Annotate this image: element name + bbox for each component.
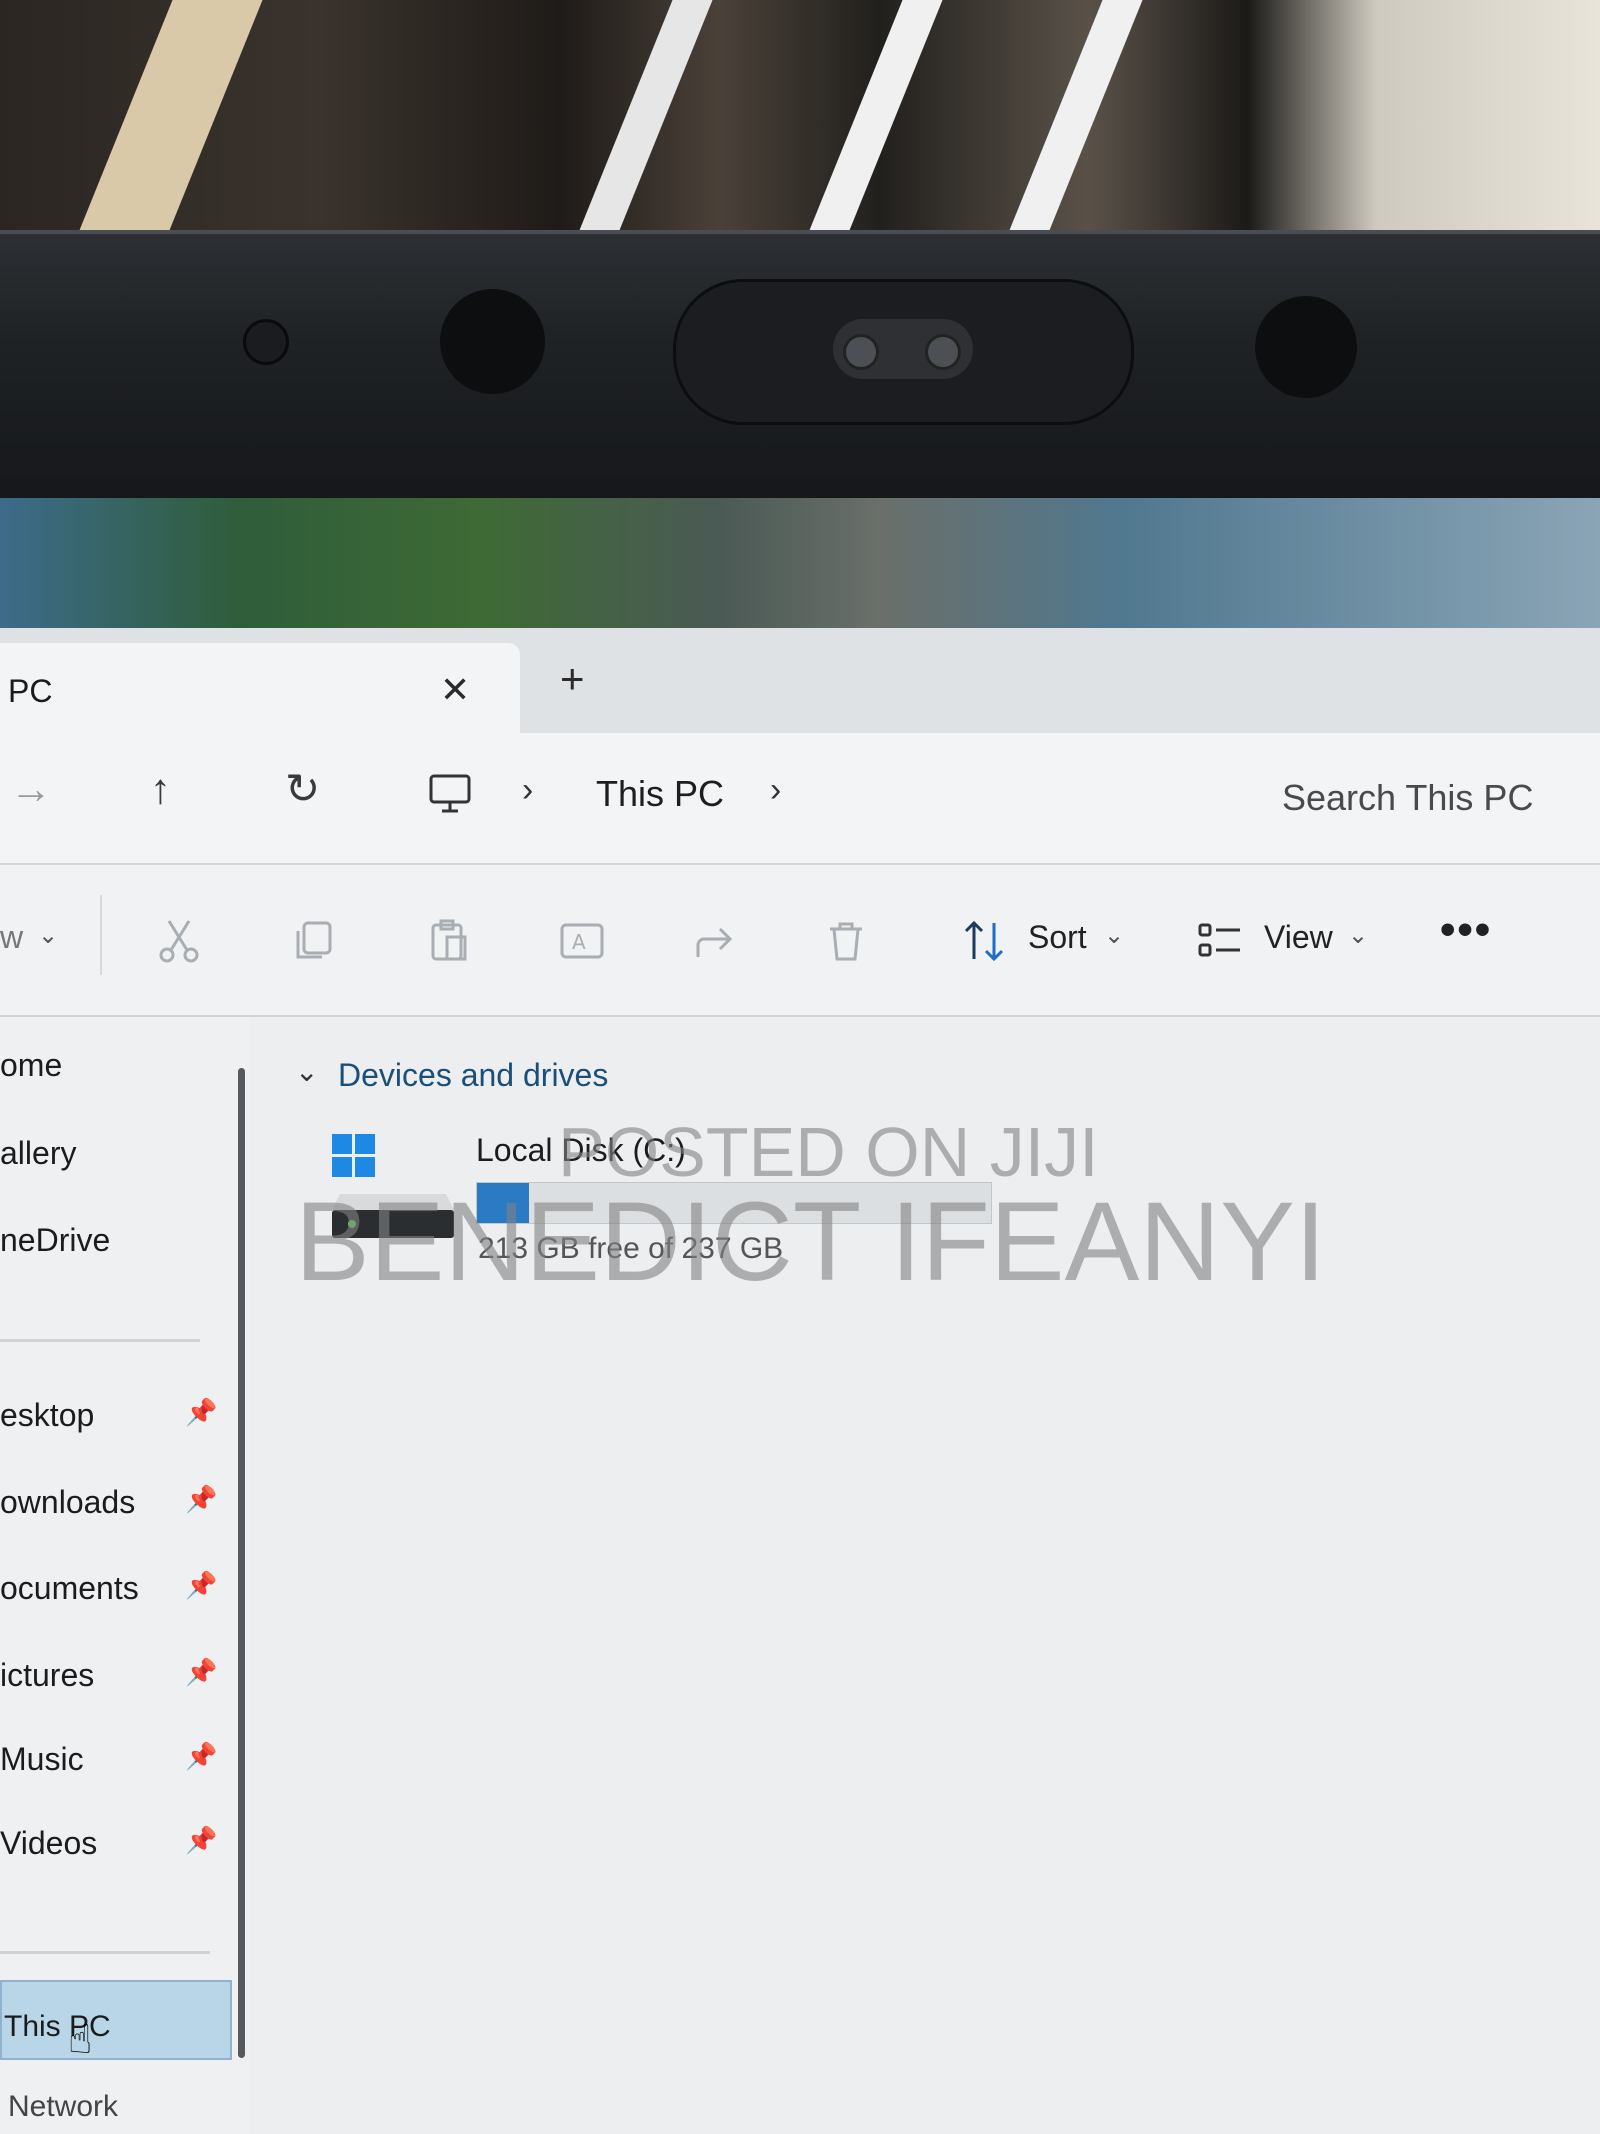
sidebar-item-this-pc-label: This PC — [4, 2010, 111, 2043]
sidebar-item-downloads[interactable]: ownloads — [0, 1484, 135, 1521]
drive-tile[interactable]: Local Disk (C:) 213 GB free of 237 GB — [330, 1112, 1010, 1265]
content-pane: ⌄ Devices and drives Local Disk (C:) 213… — [260, 1017, 1600, 2134]
breadcrumb-chevron-icon[interactable]: › — [522, 771, 533, 810]
window-blind-slat — [989, 0, 1151, 250]
computer-monitor-icon[interactable] — [428, 773, 472, 820]
sidebar-item-videos[interactable]: Videos — [0, 1825, 97, 1862]
tab-title: PC — [8, 673, 53, 709]
laptop-bezel — [0, 230, 1600, 504]
pin-icon[interactable]: 📌 — [185, 1484, 217, 1515]
sidebar-item-desktop[interactable]: esktop — [0, 1397, 94, 1434]
sort-button[interactable]: Sort — [1028, 919, 1087, 956]
close-tab-icon[interactable]: ✕ — [440, 669, 470, 711]
toolbar-divider — [100, 895, 102, 975]
new-tab-icon[interactable]: + — [560, 658, 585, 700]
breadcrumb-this-pc[interactable]: This PC — [596, 773, 724, 815]
share-icon[interactable] — [692, 917, 740, 965]
svg-text:A: A — [572, 930, 586, 954]
cut-icon[interactable] — [155, 917, 203, 965]
up-arrow-icon[interactable]: ↑ — [150, 768, 171, 810]
sidebar-divider — [0, 1339, 200, 1342]
window-blind-slat — [59, 0, 271, 250]
copy-icon[interactable] — [290, 917, 338, 965]
drive-name: Local Disk (C:) — [476, 1132, 686, 1168]
pin-icon[interactable]: 📌 — [185, 1825, 217, 1856]
navigation-pane: ome allery neDrive esktop 📌 ownloads 📌 o… — [0, 1017, 250, 2134]
hard-drive-icon — [332, 1134, 454, 1238]
sidebar-divider — [0, 1951, 210, 1954]
sidebar-item-home[interactable]: ome — [0, 1047, 62, 1084]
group-header[interactable]: Devices and drives — [338, 1057, 608, 1094]
paste-icon[interactable] — [425, 917, 473, 965]
more-options-icon[interactable]: ••• — [1440, 905, 1492, 955]
address-bar: → ↑ ↻ › This PC › Search This PC — [0, 733, 1600, 865]
tab-bar: PC ✕ + — [0, 628, 1600, 733]
command-bar: w ⌄ A Sort ⌄ View ⌄ ••• — [0, 865, 1600, 1017]
sidebar-item-onedrive[interactable]: neDrive — [0, 1222, 110, 1259]
pin-icon[interactable]: 📌 — [185, 1657, 217, 1688]
delete-icon[interactable] — [822, 917, 870, 965]
sidebar-item-music[interactable]: Music — [0, 1741, 84, 1778]
file-explorer-window: PC ✕ + → ↑ ↻ › This PC › Search This PC … — [0, 628, 1600, 2134]
chevron-down-icon: ⌄ — [1348, 922, 1369, 949]
drive-usage-bar — [476, 1182, 992, 1224]
sidebar-item-gallery[interactable]: allery — [0, 1135, 76, 1172]
desktop-wallpaper — [0, 498, 1600, 628]
refresh-icon[interactable]: ↻ — [285, 768, 320, 810]
view-icon[interactable] — [1196, 917, 1244, 965]
forward-arrow-icon[interactable]: → — [10, 768, 52, 810]
new-button[interactable]: w — [0, 919, 23, 956]
sidebar-scrollbar[interactable] — [238, 1068, 245, 2058]
webcam-icon — [833, 319, 973, 379]
pin-icon[interactable]: 📌 — [185, 1741, 217, 1772]
sort-icon[interactable] — [960, 917, 1008, 965]
window-blind-slat — [789, 0, 951, 250]
drive-usage-fill — [477, 1183, 529, 1223]
chevron-down-icon: ⌄ — [38, 922, 59, 949]
ir-sensor — [440, 289, 545, 394]
tab-this-pc[interactable]: PC ✕ — [0, 643, 520, 733]
search-input[interactable]: Search This PC — [1240, 753, 1600, 843]
sidebar-item-pictures[interactable]: ictures — [0, 1657, 94, 1694]
breadcrumb-chevron-icon[interactable]: › — [770, 771, 781, 810]
window-blind-slat — [559, 0, 721, 250]
rename-icon[interactable]: A — [558, 917, 606, 965]
chevron-down-icon[interactable]: ⌄ — [295, 1055, 318, 1088]
view-button[interactable]: View — [1264, 919, 1333, 956]
hand-cursor-icon: ☝ — [68, 2018, 93, 2062]
ir-sensor — [1255, 296, 1357, 398]
pin-icon[interactable]: 📌 — [185, 1570, 217, 1601]
chevron-down-icon: ⌄ — [1104, 922, 1125, 949]
sidebar-item-network[interactable]: Network — [8, 2090, 118, 2124]
room-background — [0, 0, 1600, 250]
drive-free-space: 213 GB free of 237 GB — [478, 1232, 784, 1265]
pin-icon[interactable]: 📌 — [185, 1397, 217, 1428]
ambient-light-sensor — [243, 319, 289, 365]
sidebar-item-documents[interactable]: ocuments — [0, 1570, 139, 1607]
